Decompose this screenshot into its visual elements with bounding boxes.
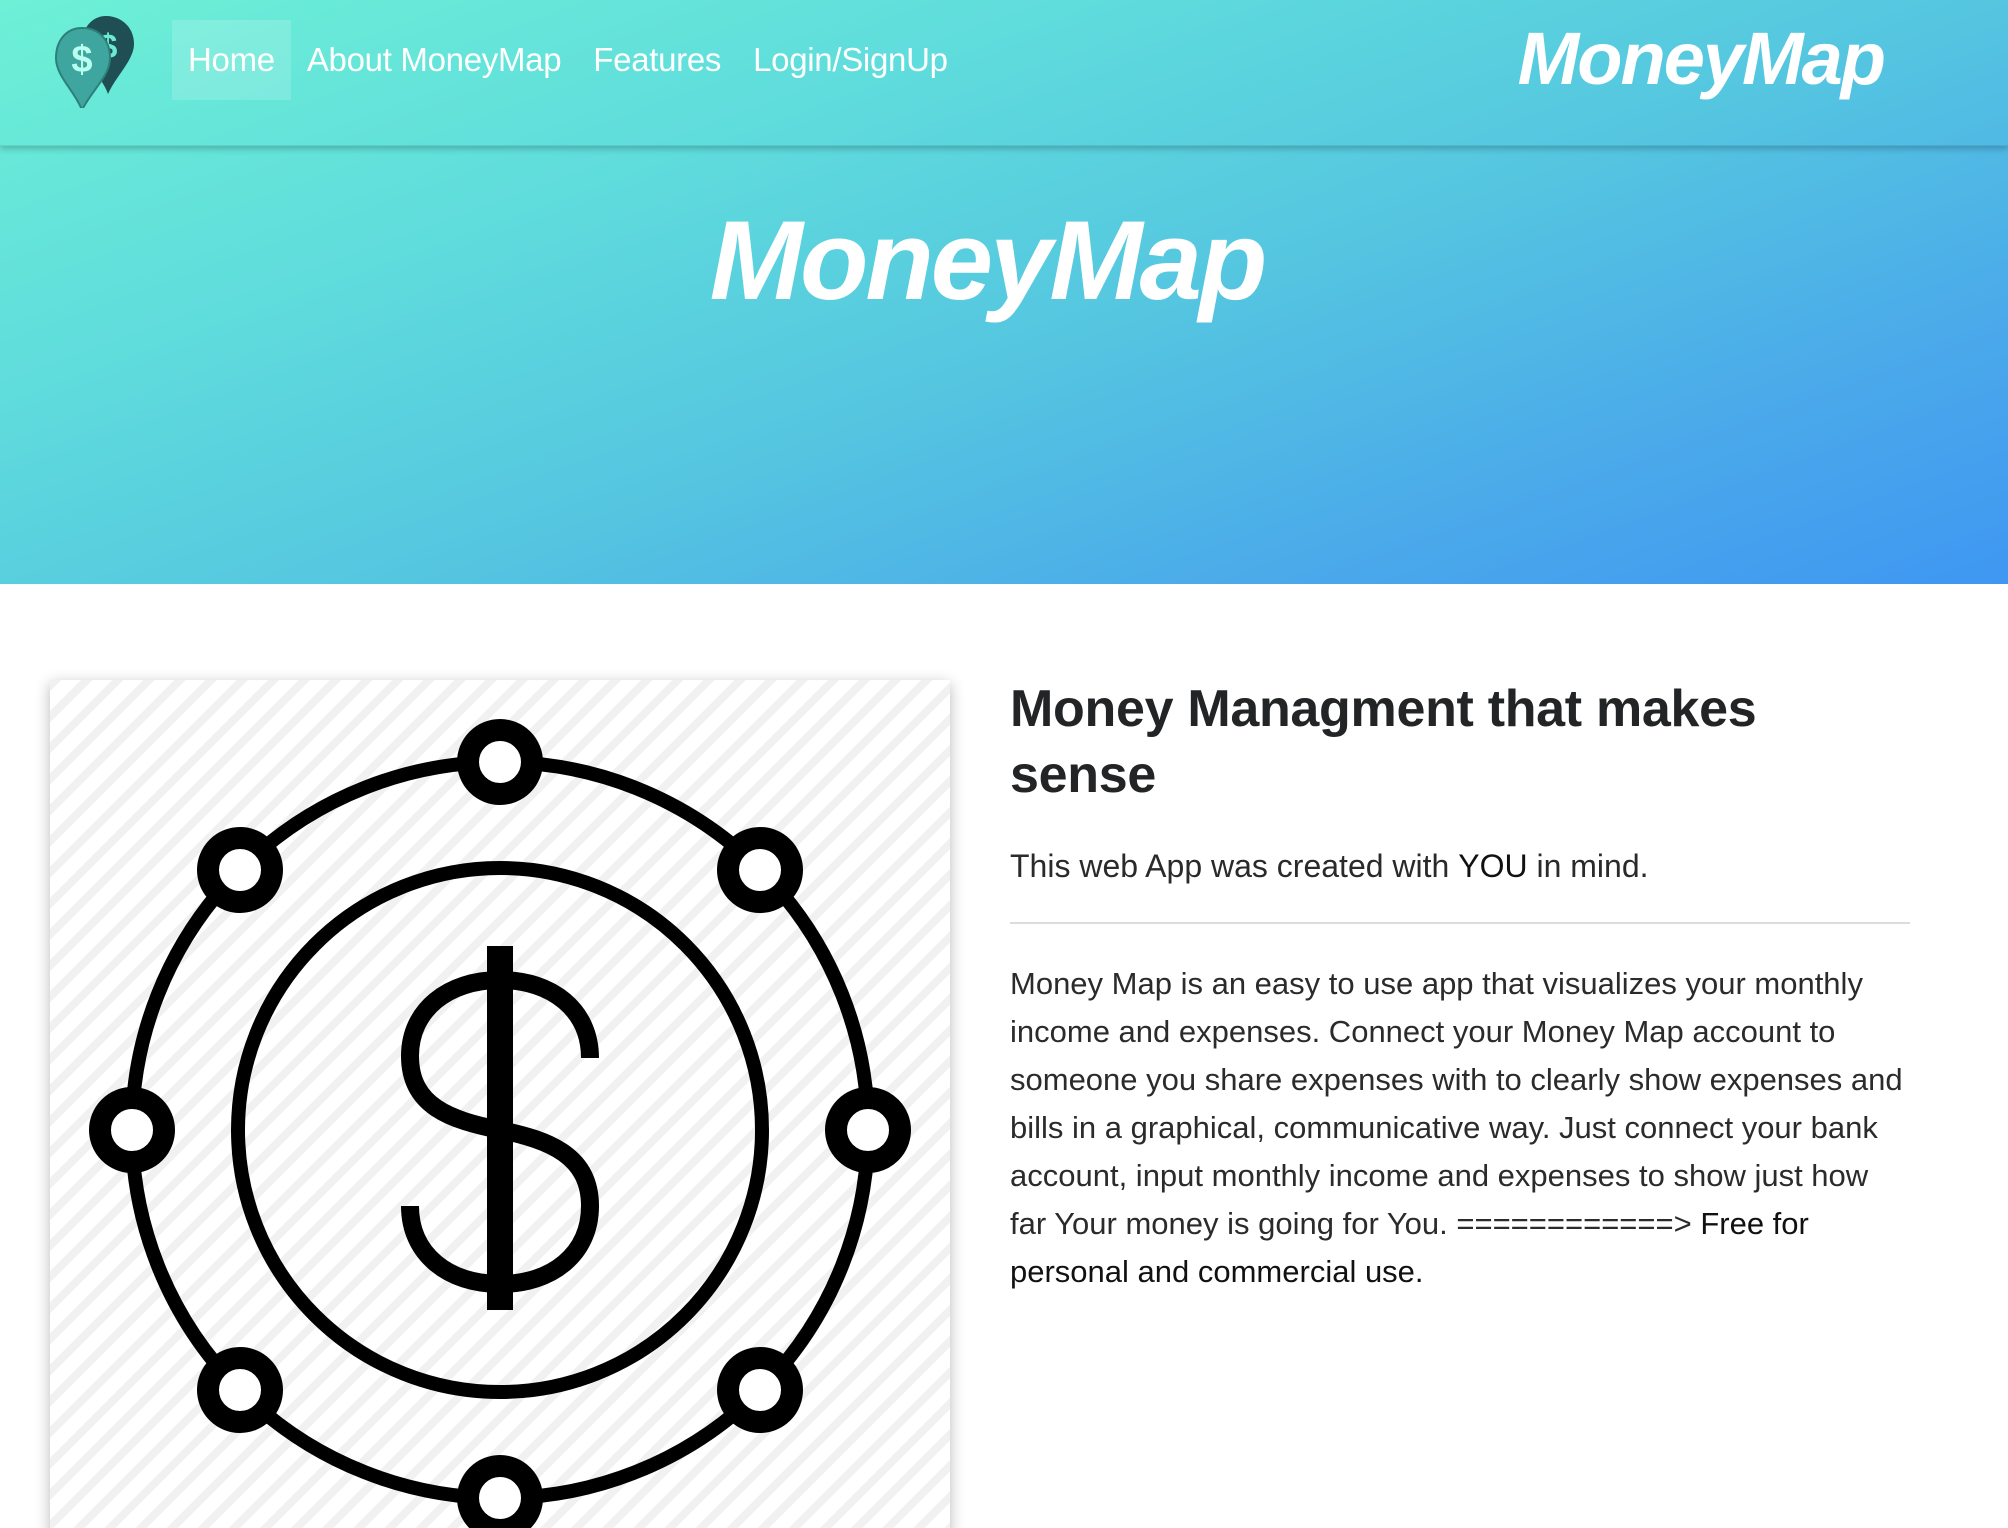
dollar-map-pin-icon[interactable]: $ $ <box>54 14 138 113</box>
dollar-coin-network-icon <box>50 680 950 1528</box>
nav-brand[interactable]: MoneyMap <box>1518 14 1886 104</box>
page: $ $ Home About MoneyMap Features Login/S… <box>0 0 2008 1528</box>
svg-text:$: $ <box>71 39 92 81</box>
nav-link-features[interactable]: Features <box>577 20 737 100</box>
navbar: $ $ Home About MoneyMap Features Login/S… <box>0 0 2008 146</box>
nav-link-about[interactable]: About MoneyMap <box>291 20 577 100</box>
nav-link-login-signup[interactable]: Login/SignUp <box>737 20 964 100</box>
intro-section: Money Managment that makes sense This we… <box>1010 676 1910 1296</box>
divider <box>1010 922 1910 924</box>
nav-links: Home About MoneyMap Features Login/SignU… <box>172 20 964 100</box>
hero-banner: $ $ Home About MoneyMap Features Login/S… <box>0 0 2008 584</box>
lead-suffix: in mind. <box>1527 848 1649 884</box>
lead-text: This web App was created with YOU in min… <box>1010 844 1910 888</box>
lead-prefix: This web App was created with <box>1010 848 1459 884</box>
section-heading: Money Managment that makes sense <box>1010 680 1757 804</box>
hero-title: MoneyMap <box>709 198 1268 323</box>
body-copy: Money Map is an easy to use app that vis… <box>1010 966 1903 1241</box>
lead-strong: YOU <box>1458 848 1528 884</box>
nav-link-home[interactable]: Home <box>172 20 291 100</box>
body-text: Money Map is an easy to use app that vis… <box>1010 960 1910 1296</box>
